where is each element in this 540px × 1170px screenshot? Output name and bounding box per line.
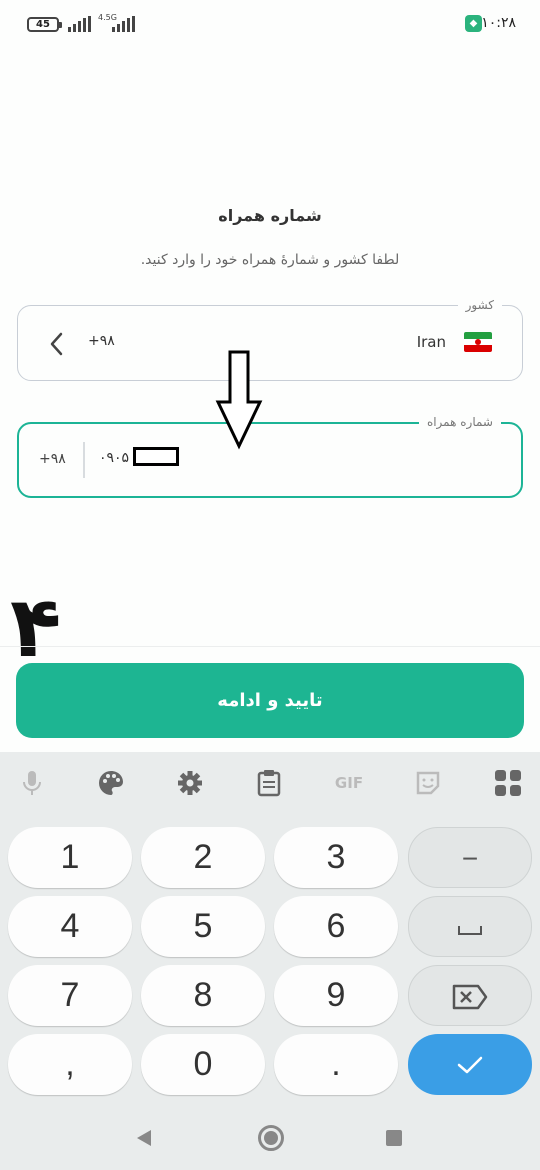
battery-indicator: 45 [27,17,62,32]
key-0[interactable]: 0 [141,1034,265,1095]
country-select[interactable]: کشور +۹۸ Iran [17,296,523,381]
status-bar: 45 4.5G ◆ ۱۰:۲۸ [0,0,540,50]
keyboard-toolbar: GIF [0,752,540,814]
recents-icon[interactable] [386,1130,402,1146]
key-6[interactable]: 6 [274,896,398,957]
key-4[interactable]: 4 [8,896,132,957]
clipboard-icon[interactable] [254,768,284,798]
home-icon[interactable] [258,1125,284,1151]
page-subtitle: لطفا کشور و شمارهٔ همراه خود را وارد کنی… [140,252,400,268]
phone-field-label: شماره همراه [418,413,501,431]
redaction-box [133,447,179,466]
chevron-left-icon [50,332,63,356]
key-7[interactable]: 7 [8,965,132,1026]
navigation-bar [0,1108,540,1170]
mic-icon[interactable] [17,768,47,798]
phone-number-field[interactable]: شماره همراه +۹۸ ۰۹۰۵ ۶۰ [17,413,523,498]
annotation-number: ۴ [10,578,62,676]
confirm-continue-button[interactable]: تایید و ادامه [16,663,524,738]
signal-strength-icon [68,16,91,32]
space-icon [458,926,482,935]
key-2[interactable]: 2 [141,827,265,888]
key-3[interactable]: 3 [274,827,398,888]
page-title: شماره همراه [218,206,322,225]
backspace-icon [452,984,488,1010]
minus-key[interactable]: − [408,827,532,888]
divider [83,442,85,478]
phone-prefix: +۹۸ [39,451,66,467]
sticker-icon[interactable] [413,768,443,798]
backspace-key[interactable] [408,965,532,1026]
country-name: Iran [416,333,446,351]
space-key[interactable] [408,896,532,957]
clock: ۱۰:۲۸ [481,15,516,31]
gear-icon[interactable] [175,768,205,798]
shield-icon: ◆ [465,15,482,32]
check-icon [457,1056,483,1074]
key-9[interactable]: 9 [274,965,398,1026]
period-key[interactable]: . [274,1034,398,1095]
key-1[interactable]: 1 [8,827,132,888]
palette-icon[interactable] [96,768,126,798]
done-key[interactable] [408,1034,532,1095]
down-arrow-annotation-icon [215,350,263,450]
back-icon[interactable] [135,1128,153,1148]
comma-key[interactable]: , [8,1034,132,1095]
signal-strength-icon-2 [112,16,135,32]
key-8[interactable]: 8 [141,965,265,1026]
iran-flag-icon [464,332,492,352]
key-5[interactable]: 5 [141,896,265,957]
divider [0,646,540,647]
gif-button[interactable]: GIF [333,768,365,798]
country-code: +۹۸ [88,333,115,349]
grid-icon[interactable] [493,768,523,798]
country-field-label: کشور [457,296,502,314]
